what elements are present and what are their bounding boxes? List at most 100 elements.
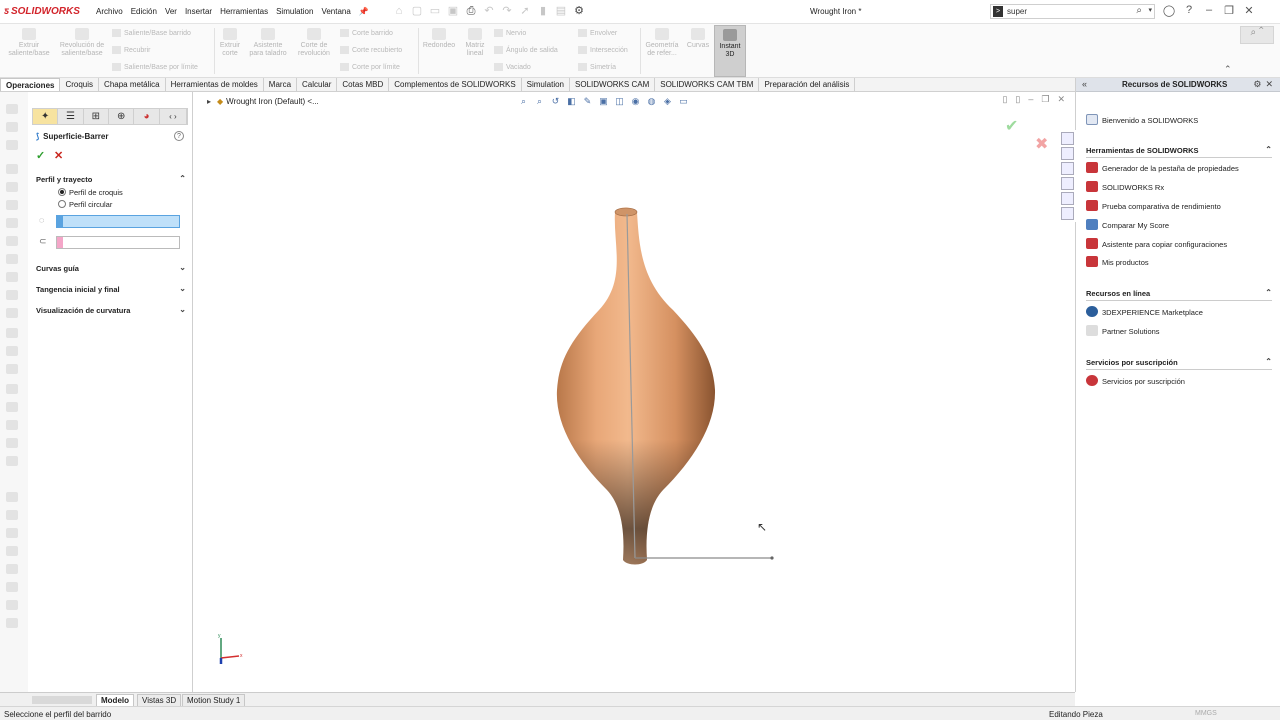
scene-icon[interactable]: ◈ xyxy=(661,96,674,108)
section-view-icon[interactable]: ◧ xyxy=(565,96,578,108)
sketch-tool-icon[interactable] xyxy=(6,510,18,520)
feature-icon[interactable] xyxy=(6,420,18,430)
file-properties-icon[interactable]: ▤ xyxy=(554,4,568,18)
save-icon[interactable]: ▣ xyxy=(446,4,460,18)
chevron-up-icon[interactable]: ⌃ xyxy=(1265,145,1272,154)
chevron-down-icon[interactable]: ⌄ xyxy=(179,284,186,293)
units-indicator[interactable]: MMGS xyxy=(1195,710,1217,717)
feature-icon[interactable] xyxy=(6,308,18,318)
radio-unchecked-icon[interactable] xyxy=(58,200,66,208)
help-icon[interactable]: ? xyxy=(1182,4,1196,17)
cancel-button[interactable]: ✕ xyxy=(54,149,63,162)
rebuild-icon[interactable]: ▮ xyxy=(536,4,550,18)
section-tools-header[interactable]: Herramientas de SOLIDWORKS ⌃ xyxy=(1086,145,1272,158)
section-online-header[interactable]: Recursos en línea ⌃ xyxy=(1086,288,1272,301)
path-selection-box[interactable] xyxy=(56,236,180,249)
feature-icon[interactable] xyxy=(6,384,18,394)
wrap-button[interactable]: Envolver xyxy=(578,29,617,37)
configuration-manager-tab-icon[interactable]: ⊞ xyxy=(84,109,110,124)
chevron-down-icon[interactable]: ▾ xyxy=(1148,6,1152,14)
menu-ventana[interactable]: Ventana xyxy=(317,7,354,16)
restore-icon[interactable]: ❐ xyxy=(1222,4,1236,17)
vase-model[interactable] xyxy=(523,200,783,580)
intersect-button[interactable]: Intersección xyxy=(578,46,628,54)
welcome-link[interactable]: Bienvenido a SOLIDWORKS xyxy=(1086,114,1198,125)
options-gear-icon[interactable]: ⚙ xyxy=(572,4,586,18)
search-commands-icon[interactable]: ⌕ ⌃ xyxy=(1240,26,1274,44)
collapse-left-icon[interactable]: « xyxy=(1082,79,1087,89)
chevron-up-icon[interactable]: ⌃ xyxy=(179,174,186,183)
sketch-endpoint[interactable] xyxy=(770,556,774,560)
rib-button[interactable]: Nervio xyxy=(494,29,526,37)
linear-pattern-button[interactable]: Matriz lineal xyxy=(462,28,488,58)
collapse-ribbon-icon[interactable]: ⌃ xyxy=(1224,64,1232,75)
sketch-tool-icon[interactable] xyxy=(6,600,18,610)
menu-edicion[interactable]: Edición xyxy=(127,7,161,16)
feature-icon[interactable] xyxy=(6,140,18,150)
feature-icon[interactable] xyxy=(6,290,18,300)
tab-navigation-arrows[interactable] xyxy=(32,696,92,704)
shell-button[interactable]: Vaciado xyxy=(494,63,531,71)
profile-selection-box[interactable] xyxy=(56,215,180,228)
feature-icon[interactable] xyxy=(6,218,18,228)
feature-icon[interactable] xyxy=(6,164,18,174)
expand-arrow-icon[interactable]: ▸ xyxy=(207,97,211,106)
home-tab-icon[interactable] xyxy=(1061,132,1074,145)
task-pane-controls[interactable]: ⚙✕ xyxy=(1253,79,1277,90)
tab-preparacion-analisis[interactable]: Preparación del análisis xyxy=(759,78,856,91)
tab-herramientas-moldes[interactable]: Herramientas de moldes xyxy=(166,78,264,91)
previous-view-icon[interactable]: ↺ xyxy=(549,96,562,108)
tab-complementos[interactable]: Complementos de SOLIDWORKS xyxy=(389,78,522,91)
tab-marca[interactable]: Marca xyxy=(264,78,298,91)
section-profile-path[interactable]: Perfil y trayecto ⌃ xyxy=(36,174,186,184)
menu-archivo[interactable]: Archivo xyxy=(92,7,127,16)
tool-link[interactable]: Generador de la pestaña de propiedades xyxy=(1086,162,1239,173)
menu-herramientas[interactable]: Herramientas xyxy=(216,7,272,16)
lofted-cut-button[interactable]: Corte recubierto xyxy=(340,46,402,54)
graphics-area[interactable]: ▸ ◆ Wrought Iron (Default) <... ⌕ ⌕ ↺ ◧ ✎ … xyxy=(193,92,1075,692)
feature-icon[interactable] xyxy=(6,182,18,192)
sketch-tool-icon[interactable] xyxy=(6,582,18,592)
tab-solidworks-cam[interactable]: SOLIDWORKS CAM xyxy=(570,78,656,91)
reference-geometry-button[interactable]: Geometría de refer... xyxy=(642,28,682,58)
radio-circular-profile[interactable]: Perfil circular xyxy=(58,200,112,209)
help-icon[interactable]: ? xyxy=(174,131,184,141)
view-orientation-icon[interactable]: ▣ xyxy=(597,96,610,108)
feature-icon[interactable] xyxy=(6,402,18,412)
menu-insertar[interactable]: Insertar xyxy=(181,7,216,16)
close-icon[interactable]: ✕ xyxy=(1242,4,1256,17)
tool-link[interactable]: SOLIDWORKS Rx xyxy=(1086,181,1164,192)
feature-icon[interactable] xyxy=(6,328,18,338)
curves-button[interactable]: Curvas xyxy=(684,28,712,50)
feature-icon[interactable] xyxy=(6,254,18,264)
tab-cotas-mbd[interactable]: Cotas MBD xyxy=(337,78,390,91)
home-icon[interactable]: ⌂ xyxy=(392,4,406,18)
sketch-tool-icon[interactable] xyxy=(6,564,18,574)
feature-manager-tab-icon[interactable]: ✦ xyxy=(33,109,59,124)
redo-icon[interactable]: ↷ xyxy=(500,4,514,18)
confirmation-ok-icon[interactable]: ✔ xyxy=(1005,116,1018,136)
mirror-button[interactable]: Simetría xyxy=(578,63,616,71)
tile-icon[interactable]: ▯ xyxy=(1002,94,1007,105)
menu-simulation[interactable]: Simulation xyxy=(272,7,317,16)
tool-link[interactable]: Prueba comparativa de rendimiento xyxy=(1086,200,1221,211)
radio-checked-icon[interactable] xyxy=(58,188,66,196)
hide-show-icon[interactable]: ◉ xyxy=(629,96,642,108)
display-manager-tab-icon[interactable]: ◕ xyxy=(134,109,160,124)
restore-icon[interactable]: ❐ xyxy=(1041,94,1049,105)
zoom-area-icon[interactable]: ⌕ xyxy=(533,96,546,108)
scroll-tabs-icon[interactable]: ‹ › xyxy=(160,109,188,124)
undo-icon[interactable]: ↶ xyxy=(482,4,496,18)
custom-properties-icon[interactable] xyxy=(1061,207,1074,220)
fillet-button[interactable]: Redondeo xyxy=(420,28,458,50)
solidworks-logo[interactable]: ƽ SOLIDWORKS xyxy=(4,6,80,17)
view-settings-icon[interactable]: ▭ xyxy=(677,96,690,108)
file-explorer-icon[interactable] xyxy=(1061,162,1074,175)
pin-icon[interactable]: 📌 xyxy=(355,7,373,16)
edit-appearance-icon[interactable]: ◍ xyxy=(645,96,658,108)
subscription-link[interactable]: Servicios por suscripción xyxy=(1086,375,1185,386)
sketch-tool-icon[interactable] xyxy=(6,546,18,556)
ok-button[interactable]: ✓ xyxy=(36,149,45,162)
appearances-icon[interactable] xyxy=(1061,192,1074,205)
swept-boss-button[interactable]: Saliente/Base barrido xyxy=(112,29,191,37)
